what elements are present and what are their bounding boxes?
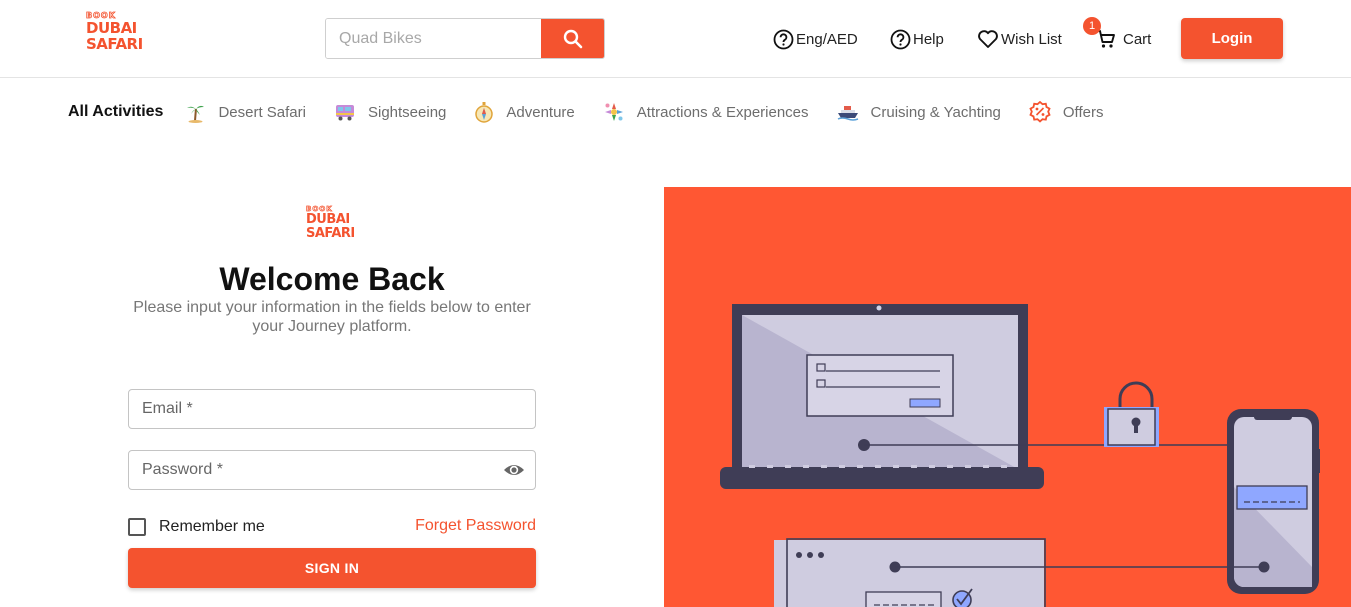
category-attractions[interactable]: Attractions & Experiences (603, 101, 809, 123)
question-circle-icon (773, 29, 794, 49)
brand-logo-line2: DUBAI (86, 19, 137, 37)
hero-illustration (664, 187, 1351, 607)
wishlist-label: Wish List (1001, 30, 1062, 48)
form-brand-logo: BOOK DUBAI SAFARI (306, 205, 360, 245)
language-currency-link[interactable]: Eng/AED (773, 27, 858, 51)
top-header: BOOK DUBAI SAFARI Eng/AED Help (0, 0, 1351, 78)
login-button[interactable]: Login (1181, 18, 1283, 59)
brand-logo[interactable]: BOOK DUBAI SAFARI (86, 11, 144, 58)
password-field-wrapper (128, 450, 536, 490)
category-desert-safari[interactable]: Desert Safari (185, 102, 306, 123)
remember-me-checkbox[interactable] (128, 518, 146, 536)
all-activities-link[interactable]: All Activities (68, 103, 163, 121)
search-input[interactable] (326, 19, 542, 58)
category-label: Offers (1062, 103, 1104, 121)
search-bar (325, 18, 605, 59)
forgot-password-link[interactable]: Forget Password (415, 517, 536, 535)
login-title: Welcome Back (219, 261, 445, 297)
remember-me[interactable]: Remember me (128, 515, 265, 539)
ship-icon (837, 106, 858, 121)
category-label: Attractions & Experiences (636, 103, 809, 121)
category-cruising[interactable]: Cruising & Yachting (837, 103, 1001, 121)
heart-icon (978, 30, 998, 48)
form-logo-line2: DUBAI (306, 212, 350, 227)
email-field-wrapper (128, 389, 536, 429)
category-nav: All Activities Desert Safari Sightseeing… (68, 98, 1131, 126)
help-label: Help (913, 30, 944, 48)
password-field[interactable] (129, 451, 535, 489)
category-sightseeing[interactable]: Sightseeing (334, 102, 446, 122)
discount-icon (1029, 101, 1051, 123)
cart-count-badge: 1 (1083, 17, 1101, 35)
search-button[interactable] (541, 19, 604, 58)
cart-label: Cart (1123, 30, 1152, 48)
compass-icon (475, 102, 494, 123)
sign-in-button[interactable]: SIGN IN (128, 548, 536, 588)
palm-tree-icon (187, 105, 205, 123)
category-label: Adventure (506, 103, 575, 121)
bus-icon (335, 105, 354, 121)
search-icon (563, 29, 582, 48)
attractions-icon (604, 103, 623, 121)
email-field[interactable] (129, 390, 535, 428)
help-icon (890, 29, 911, 49)
language-currency-label: Eng/AED (796, 30, 858, 48)
category-label: Sightseeing (367, 103, 447, 121)
category-offers[interactable]: Offers (1029, 101, 1104, 123)
wishlist-link[interactable]: Wish List (977, 27, 1062, 51)
category-adventure[interactable]: Adventure (474, 101, 575, 123)
eye-icon[interactable] (503, 461, 525, 479)
help-link[interactable]: Help (890, 27, 944, 51)
login-subtitle: Please input your information in the fie… (133, 299, 531, 335)
category-label: Cruising & Yachting (870, 103, 1001, 121)
devices-security-illustration (720, 304, 1320, 607)
cart-link[interactable]: Cart (1095, 27, 1151, 51)
category-label: Desert Safari (218, 103, 306, 121)
remember-me-label: Remember me (159, 518, 265, 535)
brand-logo-line3: SAFARI (86, 35, 143, 53)
form-logo-line3: SAFARI (306, 226, 355, 241)
